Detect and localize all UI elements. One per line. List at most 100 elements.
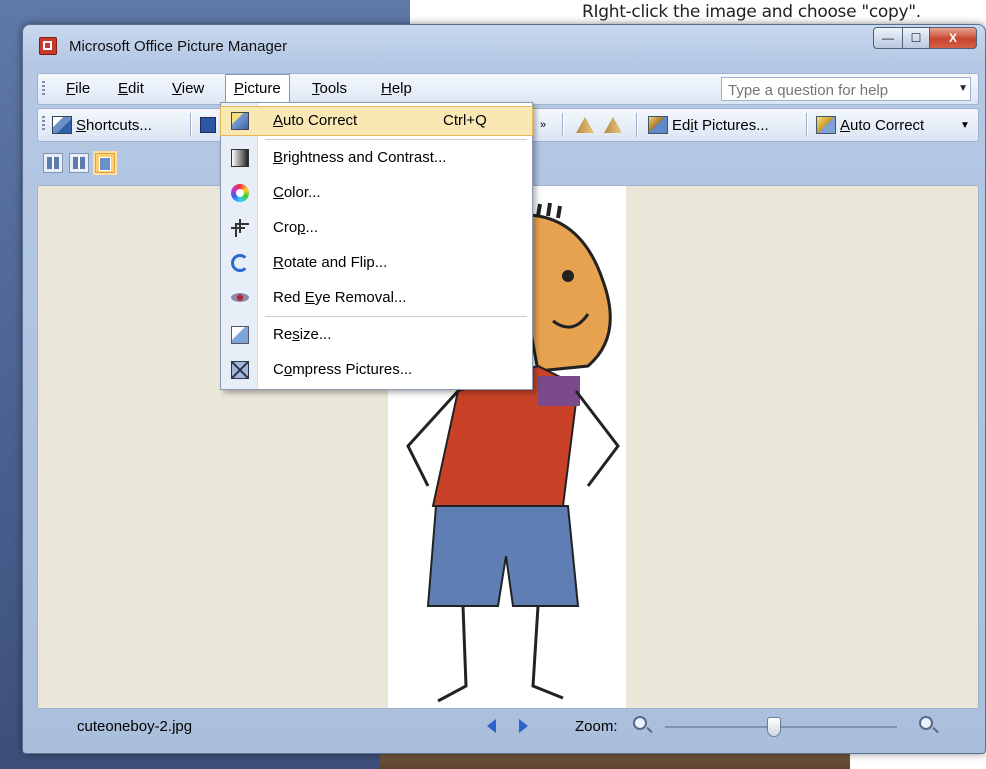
menu-tools[interactable]: Tools [312,80,347,97]
menu-item-accel: o [283,361,293,378]
menu-item-label-rest: rightness and Contrast... [283,149,447,166]
menu-item-crop[interactable]: Crop... [221,214,532,242]
help-search-input[interactable] [726,79,950,101]
menu-item-label-rest: ... [305,219,319,236]
tutorial-instruction: RIght-click the image and choose "copy". [582,2,921,22]
view-switcher [43,153,115,177]
toolbar-grip[interactable] [42,116,45,132]
menu-picture-label: icture [244,80,281,97]
shortcuts-accel: S [76,116,87,134]
rotate-left-icon [576,117,594,133]
menubar-grip[interactable] [42,81,45,97]
toolbar-overflow-chevron-icon[interactable]: » [540,114,546,136]
menu-item-rotate-flip[interactable]: Rotate and Flip... [221,249,532,277]
menu-tools-accel: T [312,80,320,97]
status-bar: cuteoneboy-2.jpg Zoom: [37,709,977,743]
menu-item-label: Resize... [273,326,331,343]
auto-correct-label: Auto Correct [840,117,924,134]
menu-help-label: elp [391,80,412,97]
filmstrip-view-button[interactable] [69,153,89,173]
crop-icon [231,219,249,237]
single-picture-view-icon [99,157,111,171]
filmstrip-view-icon [73,157,85,169]
rotate-left-button[interactable] [576,114,594,136]
edit-pictures-button[interactable]: Edit Pictures... [648,114,769,136]
edit-pictures-label: Edit Pictures... [672,117,769,134]
toolbar-separator [562,113,563,137]
menu-view-accel: V [172,80,182,97]
rotate-icon [231,254,249,272]
auto-correct-icon [231,112,249,130]
menu-item-label-pre: Re [273,326,293,343]
shortcuts-label: Shortcuts... [76,117,152,134]
compress-icon [231,361,249,379]
close-button[interactable]: X [930,27,977,49]
zoom-label: Zoom: [575,718,618,735]
menu-item-accel: s [292,326,300,343]
brightness-icon [231,149,249,167]
menu-item-label: Brightness and Contrast... [273,149,446,166]
shortcuts-icon [52,116,72,134]
edit-pictures-label-pre: Ed [672,116,691,134]
menu-separator [265,139,527,140]
title-bar[interactable]: Microsoft Office Picture Manager — ☐ X [23,25,985,65]
help-dropdown-arrow-icon[interactable]: ▼ [958,83,968,94]
menu-picture[interactable]: Picture [225,74,290,103]
rotate-right-icon [604,117,622,133]
toolbar-separator [190,113,191,137]
single-picture-view-button[interactable] [95,153,115,173]
menu-separator [265,316,527,317]
auto-correct-button[interactable]: Auto Correct [816,114,924,136]
menu-help[interactable]: Help [381,80,412,97]
menu-item-accel: p [297,219,306,236]
help-search-box[interactable]: ▼ [721,77,971,101]
menu-item-label: Compress Pictures... [273,361,412,378]
toolbar-options-arrow-icon[interactable]: ▼ [960,114,970,136]
menu-item-label-rest: ize... [299,326,332,343]
menu-item-auto-correct[interactable]: Auto Correct Ctrl+Q [220,106,533,136]
menu-view[interactable]: View [172,80,204,97]
menu-item-label-rest: olor... [283,184,321,201]
menu-file-label: ile [75,80,91,97]
menu-item-color[interactable]: Color... [221,179,532,207]
color-wheel-icon [231,184,249,202]
menu-item-resize[interactable]: Resize... [221,321,532,349]
zoom-slider-thumb[interactable] [767,717,782,737]
menu-item-label: Auto Correct [273,112,357,129]
minimize-button[interactable]: — [873,27,903,49]
red-eye-icon [231,293,249,302]
zoom-in-icon[interactable] [919,716,933,730]
resize-icon [231,326,249,344]
next-picture-icon[interactable] [519,719,528,733]
auto-correct-icon [816,116,836,134]
thumbnail-view-icon [47,157,59,169]
menu-item-red-eye-removal[interactable]: Red Eye Removal... [221,284,532,312]
menu-item-shortcut: Ctrl+Q [443,112,487,129]
menu-item-label: Crop... [273,219,318,236]
shortcuts-label-rest: hortcuts... [86,116,152,134]
auto-correct-label-rest: uto Correct [850,116,925,134]
rotate-right-button[interactable] [604,114,622,136]
menu-item-brightness-contrast[interactable]: Brightness and Contrast... [221,144,532,172]
maximize-button[interactable]: ☐ [903,27,930,49]
menu-item-label: Red Eye Removal... [273,289,406,306]
menu-item-label-pre: Cro [273,219,298,236]
picture-manager-app-icon[interactable] [39,37,57,55]
zoom-out-icon[interactable] [633,716,647,730]
menu-file[interactable]: File [66,80,90,97]
menu-edit[interactable]: Edit [118,80,144,97]
picture-menu-dropdown: Auto Correct Ctrl+Q Brightness and Contr… [220,102,533,390]
previous-picture-icon[interactable] [487,719,496,733]
menu-edit-accel: E [118,80,129,97]
menu-item-accel: C [273,184,284,201]
save-button[interactable] [200,114,216,136]
menu-item-label-rest: uto Correct [283,112,358,129]
edit-pictures-icon [648,116,668,134]
menu-bar: File Edit View Picture Tools Help ▼ [37,73,979,105]
menu-item-compress-pictures[interactable]: Compress Pictures... [221,356,532,384]
thumbnail-view-button[interactable] [43,153,63,173]
menu-file-accel: F [66,80,76,97]
save-icon [200,117,216,133]
menu-item-label-rest: mpress Pictures... [292,361,413,378]
shortcuts-button[interactable]: Shortcuts... [52,114,152,136]
